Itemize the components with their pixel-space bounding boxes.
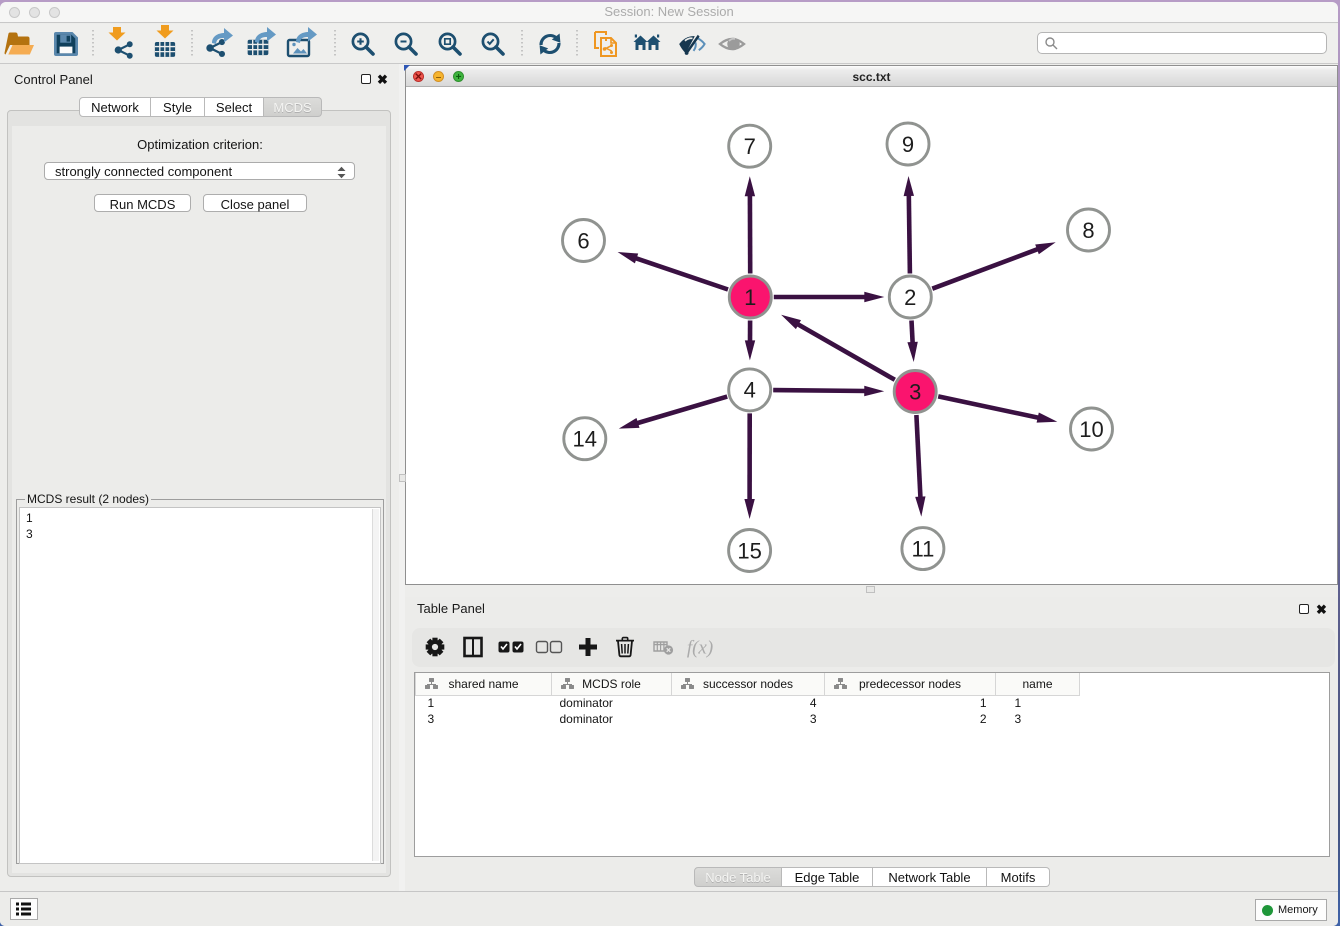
svg-text:6: 6 (577, 228, 589, 253)
svg-text:14: 14 (573, 427, 597, 452)
svg-text:8: 8 (1082, 218, 1094, 243)
svg-text:10: 10 (1079, 417, 1103, 442)
svg-text:3: 3 (909, 379, 921, 404)
svg-text:15: 15 (737, 538, 761, 563)
svg-text:9: 9 (902, 132, 914, 157)
svg-text:f(x): f(x) (687, 638, 713, 659)
svg-text:11: 11 (911, 536, 934, 561)
svg-text:2: 2 (904, 285, 916, 310)
svg-text:4: 4 (744, 378, 756, 403)
svg-text:1: 1 (744, 285, 756, 310)
svg-text:7: 7 (744, 134, 756, 159)
